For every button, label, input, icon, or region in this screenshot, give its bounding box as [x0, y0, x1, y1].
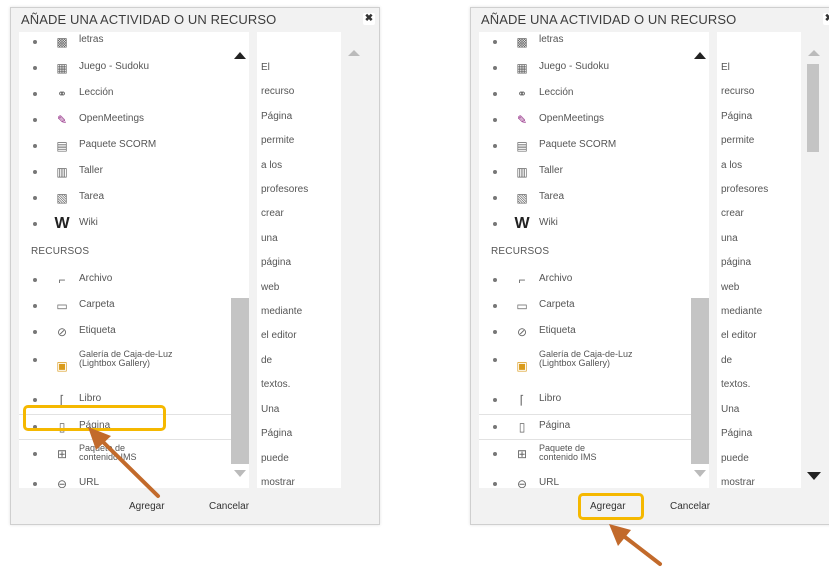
arrow-to-add-button-icon [609, 524, 662, 566]
callout-arrows [88, 427, 662, 566]
arrow-to-page-item-icon [88, 427, 160, 498]
